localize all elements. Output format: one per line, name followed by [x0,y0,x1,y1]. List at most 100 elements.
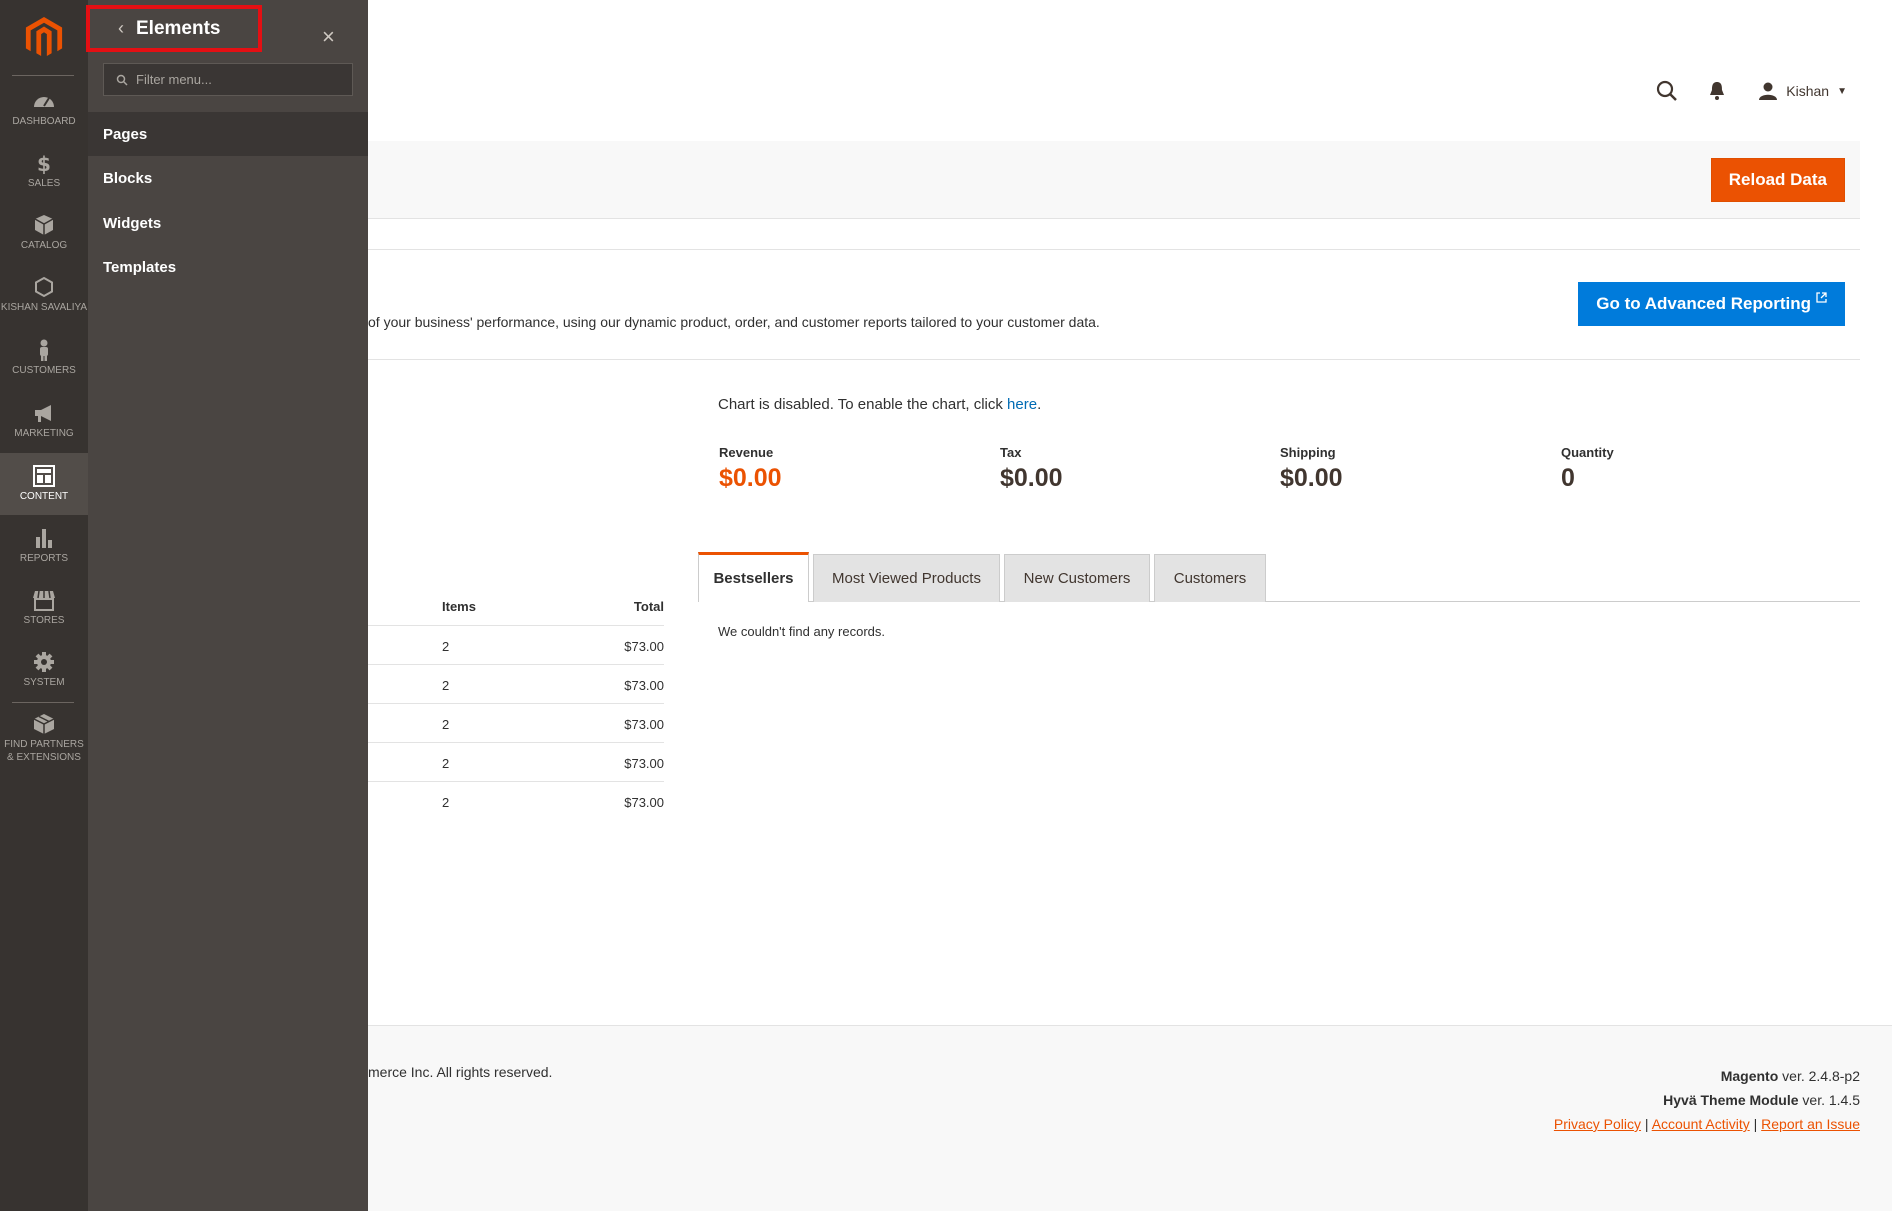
person-icon [40,339,48,361]
magento-logo-icon[interactable] [25,17,63,57]
metric-label: Tax [1000,445,1022,460]
enable-chart-link[interactable]: here [1007,396,1037,413]
cell-total: $73.00 [624,678,664,693]
metric-value: $0.00 [1000,464,1063,492]
admin-sidebar: DASHBOARD $ SALES CATALOG KISHAN SAVALIY… [0,0,88,1211]
chevron-left-icon[interactable]: ‹ [118,18,124,39]
footer-links: Privacy Policy | Account Activity | Repo… [1553,1116,1860,1132]
cell-total: $73.00 [624,717,664,732]
metric-revenue: Revenue $0.00 [719,445,782,493]
chart-note-suffix: . [1037,396,1042,413]
submenu-item-pages[interactable]: Pages [88,112,368,156]
tab-customers[interactable]: Customers [1154,554,1266,602]
advanced-reporting-label: Go to Advanced Reporting [1596,294,1811,313]
header-actions: Kishan ▼ [1626,80,1847,102]
advanced-reporting-button[interactable]: Go to Advanced Reporting [1578,282,1845,326]
submenu-title: Elements [136,17,221,39]
cell-items: 2 [442,756,450,771]
metric-value: $0.00 [1280,464,1343,492]
nav-label: CONTENT [19,491,69,502]
dashboard-tabs: Bestsellers Most Viewed Products New Cus… [698,552,1860,602]
nav-item-customers[interactable]: CUSTOMERS [0,339,88,377]
nav-label: KISHAN SAVALIYA [0,302,88,313]
filter-menu-input[interactable] [136,72,336,87]
page-actions-bar: Reload Data [368,141,1860,219]
nav-divider [12,702,74,703]
nav-label: CATALOG [20,240,68,251]
nav-label: MARKETING [14,428,74,439]
user-menu[interactable]: Kishan ▼ [1758,82,1847,100]
user-icon [1759,82,1778,100]
nav-item-find-partners[interactable]: FIND PARTNERS & EXTENSIONS [0,713,88,764]
tab-most-viewed-products[interactable]: Most Viewed Products [813,554,1000,602]
nav-item-stores[interactable]: STORES [0,589,88,627]
hyva-version: Hyvä Theme Module ver. 1.4.5 [1663,1092,1860,1108]
nav-label: DASHBOARD [12,116,76,127]
svg-text:$: $ [37,152,51,174]
nav-item-catalog[interactable]: CATALOG [0,214,88,252]
advanced-reporting-description: of your business' performance, using our… [368,314,1100,330]
nav-item-system[interactable]: SYSTEM [0,651,88,689]
table-row[interactable]: 2 $73.00 [368,626,664,665]
copyright-text: merce Inc. All rights reserved. [368,1064,553,1080]
dashboard-icon [34,97,54,107]
nav-item-reports[interactable]: REPORTS [0,527,88,565]
nav-item-content[interactable]: CONTENT [0,453,88,515]
metric-value: $0.00 [719,464,782,492]
nav-label: REPORTS [19,553,69,564]
user-name: Kishan [1786,83,1830,99]
submenu-title-highlight[interactable]: ‹ Elements [86,5,262,52]
box-icon [34,215,54,235]
cell-total: $73.00 [624,639,664,654]
table-row[interactable]: 2 $73.00 [368,743,664,782]
submenu-item-widgets[interactable]: Widgets [88,201,368,245]
dollar-icon: $ [37,152,51,174]
megaphone-icon [35,405,51,422]
nav-item-sales[interactable]: $ SALES [0,152,88,190]
chart-disabled-note: Chart is disabled. To enable the chart, … [718,396,1041,413]
nav-label: SALES [27,178,61,189]
submenu-item-blocks[interactable]: Blocks [88,156,368,200]
tab-new-customers[interactable]: New Customers [1004,554,1150,602]
table-header: Items Total [368,590,664,626]
metric-label: Revenue [719,445,774,460]
table-row[interactable]: 2 $73.00 [368,704,664,743]
search-icon[interactable] [1656,80,1678,102]
column-header-items: Items [442,599,476,614]
nav-label: STORES [23,615,65,626]
metric-shipping: Shipping $0.00 [1280,445,1343,493]
gear-icon [34,652,54,672]
nav-label: CUSTOMERS [12,365,76,376]
nav-item-kishan-savaliya[interactable]: KISHAN SAVALIYA [0,276,88,314]
cell-total: $73.00 [624,756,664,771]
cube-icon [33,714,55,734]
nav-item-marketing[interactable]: MARKETING [0,402,88,440]
store-icon [33,590,55,611]
tab-bestsellers[interactable]: Bestsellers [698,552,809,602]
search-icon [116,74,128,86]
nav-label: FIND PARTNERS & EXTENSIONS [4,739,84,763]
account-activity-link[interactable]: Account Activity [1652,1116,1750,1132]
page-footer: merce Inc. All rights reserved. Magento … [368,1025,1892,1211]
metric-quantity: Quantity 0 [1561,445,1614,493]
report-issue-link[interactable]: Report an Issue [1761,1116,1860,1132]
table-row[interactable]: 2 $73.00 [368,665,664,704]
nav-divider [12,75,74,76]
nav-item-dashboard[interactable]: DASHBOARD [0,90,88,128]
empty-state-text: We couldn't find any records. [718,624,885,639]
reload-data-button[interactable]: Reload Data [1710,158,1845,202]
close-icon[interactable]: × [322,24,335,50]
metric-tax: Tax $0.00 [1000,445,1063,493]
hexagon-icon [35,276,53,298]
submenu-item-templates[interactable]: Templates [88,245,368,289]
metric-label: Quantity [1561,445,1614,460]
cell-total: $73.00 [624,795,664,810]
privacy-policy-link[interactable]: Privacy Policy [1554,1116,1641,1132]
footer-version-info: Magento ver. 2.4.8-p2 Hyvä Theme Module … [1554,1064,1860,1136]
column-header-total: Total [633,599,664,614]
table-row[interactable]: 2 $73.00 [368,782,664,821]
cell-items: 2 [442,678,450,693]
magento-version: Magento ver. 2.4.8-p2 [1720,1068,1860,1084]
bell-icon[interactable] [1708,81,1726,101]
filter-menu-field[interactable] [103,63,353,96]
